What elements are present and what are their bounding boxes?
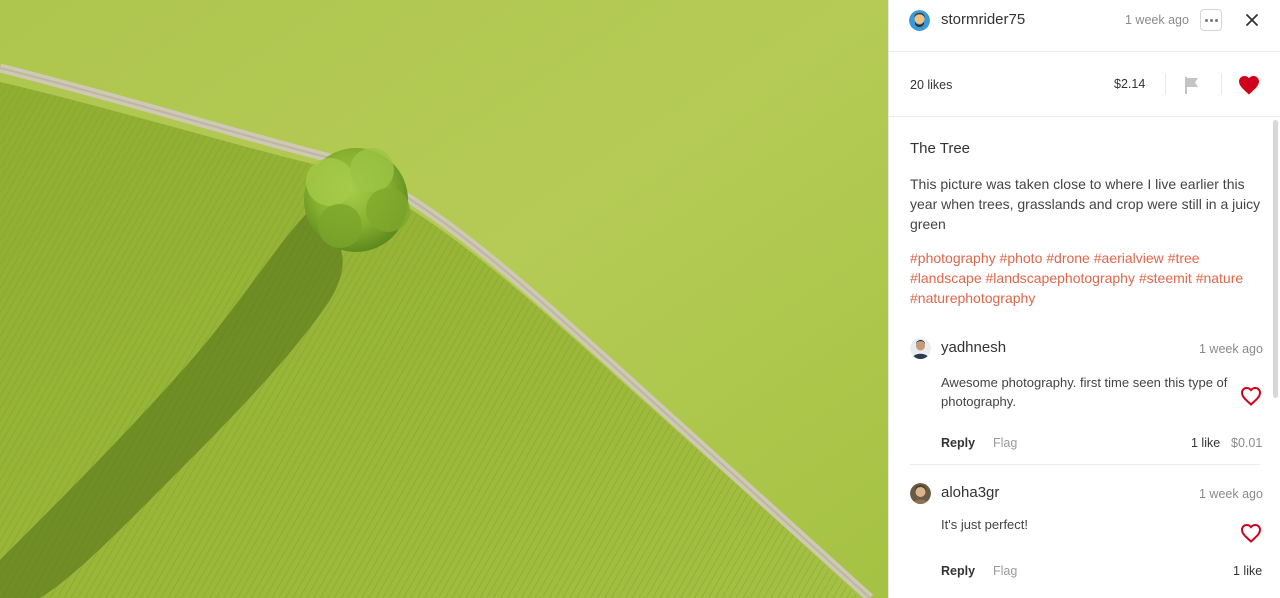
divider [1165,73,1166,95]
post-content-scroll[interactable]: The Tree This picture was taken close to… [889,118,1280,598]
commenter-avatar[interactable] [910,338,931,359]
comment-text: Awesome photography. first time seen thi… [941,375,1228,409]
flag-comment-button[interactable]: Flag [993,564,1017,578]
like-comment-button[interactable] [1239,384,1263,408]
comment-author[interactable]: aloha3gr [941,484,999,501]
tag-link[interactable]: #landscape [910,270,982,286]
comment-timestamp[interactable]: 1 week ago [1199,342,1263,356]
tag-link[interactable]: #drone [1046,250,1090,266]
post-tags: #photography #photo #drone #aerialview #… [910,248,1260,308]
scrollbar-thumb[interactable] [1273,120,1278,398]
tag-link[interactable]: #naturephotography [910,290,1035,306]
post-author[interactable]: stormrider75 [941,11,1025,28]
comment-like-count[interactable]: 1 like [1233,564,1262,578]
tag-link[interactable]: #nature [1196,270,1243,286]
divider [1221,73,1222,95]
commenter-avatar[interactable] [910,483,931,504]
post-stats-bar: 20 likes $2.14 [889,53,1280,117]
heart-outline-icon [1240,523,1262,543]
tag-link[interactable]: #tree [1168,250,1200,266]
tag-link[interactable]: #photography [910,250,996,266]
post-image [0,0,888,598]
post-detail-panel: stormrider75 1 week ago 20 likes $2.14 T… [888,0,1280,598]
comment-text: It's just perfect! [941,517,1029,532]
post-header: stormrider75 1 week ago [889,0,1280,52]
tag-link[interactable]: #photo [1000,250,1043,266]
tag-link[interactable]: #aerialview [1094,250,1164,266]
flag-icon [1185,77,1198,94]
post-payout[interactable]: $2.14 [1114,77,1145,91]
comment-item: yadhnesh 1 week ago Awesome photography.… [889,336,1280,466]
reply-button[interactable]: Reply [941,564,975,578]
aerial-field-photo [0,0,888,598]
heart-outline-icon [1240,386,1262,406]
comment-payout[interactable]: $0.01 [1231,436,1262,450]
post-like-count[interactable]: 20 likes [910,78,952,92]
author-avatar[interactable] [909,10,930,31]
post-title: The Tree [910,140,971,157]
heart-icon [1239,76,1259,95]
more-options-button[interactable] [1200,9,1222,31]
like-comment-button[interactable] [1239,521,1263,545]
comment-like-count[interactable]: 1 like [1191,436,1220,450]
flag-post-button[interactable] [1183,75,1201,95]
tag-link[interactable]: #steemit [1139,270,1192,286]
tag-link[interactable]: #landscapephotography [986,270,1135,286]
flag-comment-button[interactable]: Flag [993,436,1017,450]
comment-author[interactable]: yadhnesh [941,339,1006,356]
reply-button[interactable]: Reply [941,436,975,450]
close-icon [1246,14,1258,26]
like-post-button[interactable] [1237,73,1261,97]
post-timestamp[interactable]: 1 week ago [1125,13,1189,27]
comment-divider [910,464,1260,465]
close-button[interactable] [1241,9,1263,31]
comment-timestamp[interactable]: 1 week ago [1199,487,1263,501]
post-body: This picture was taken close to where I … [910,176,1261,232]
comment-item: aloha3gr 1 week ago It's just perfect! R… [889,481,1280,598]
more-options-icon [1204,18,1208,22]
